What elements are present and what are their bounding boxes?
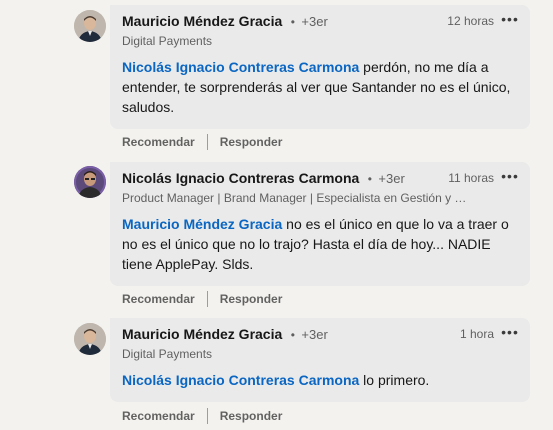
author-name[interactable]: Nicolás Ignacio Contreras Carmona bbox=[122, 170, 359, 186]
comment-actions: Recomendar Responder bbox=[122, 133, 282, 151]
comment-text: Mauricio Méndez Gracia no es el único en… bbox=[122, 214, 518, 274]
comment-bubble: Mauricio Méndez Gracia • +3er 12 horas •… bbox=[110, 5, 530, 129]
avatar-photo-icon bbox=[74, 323, 106, 355]
divider bbox=[206, 408, 208, 424]
connection-degree: +3er bbox=[301, 14, 328, 29]
like-button[interactable]: Recomendar bbox=[122, 409, 195, 423]
comment-text: Nicolás Ignacio Contreras Carmona lo pri… bbox=[122, 370, 518, 390]
like-button[interactable]: Recomendar bbox=[122, 292, 195, 306]
like-button[interactable]: Recomendar bbox=[122, 135, 195, 149]
author-headline: Product Manager | Brand Manager | Especi… bbox=[122, 191, 472, 205]
separator-dot: • bbox=[290, 328, 295, 342]
separator-dot: • bbox=[290, 15, 295, 29]
more-options-icon[interactable]: ••• bbox=[500, 12, 520, 30]
comment-time: 1 hora bbox=[459, 327, 494, 341]
comment-time: 11 horas bbox=[448, 171, 494, 185]
comment-body: lo primero. bbox=[359, 372, 430, 388]
connection-degree: +3er bbox=[301, 327, 328, 342]
mention-link[interactable]: Nicolás Ignacio Contreras Carmona bbox=[122, 372, 359, 388]
author-name[interactable]: Mauricio Méndez Gracia bbox=[122, 326, 282, 342]
reply-button[interactable]: Responder bbox=[220, 135, 283, 149]
mention-link[interactable]: Mauricio Méndez Gracia bbox=[122, 216, 282, 232]
comment-actions: Recomendar Responder bbox=[122, 407, 282, 425]
connection-degree: +3er bbox=[378, 171, 405, 186]
avatar[interactable] bbox=[74, 10, 106, 42]
avatar-photo-icon bbox=[74, 166, 106, 198]
divider bbox=[206, 134, 208, 150]
avatar-photo-icon bbox=[74, 10, 106, 42]
more-options-icon[interactable]: ••• bbox=[500, 169, 520, 187]
comment-actions: Recomendar Responder bbox=[122, 290, 282, 308]
mention-link[interactable]: Nicolás Ignacio Contreras Carmona bbox=[122, 59, 359, 75]
comment-text: Nicolás Ignacio Contreras Carmona perdón… bbox=[122, 57, 518, 117]
author-name[interactable]: Mauricio Méndez Gracia bbox=[122, 13, 282, 29]
separator-dot: • bbox=[367, 172, 372, 186]
more-options-icon[interactable]: ••• bbox=[500, 325, 520, 343]
comment-bubble: Mauricio Méndez Gracia • +3er 1 hora •••… bbox=[110, 318, 530, 402]
reply-button[interactable]: Responder bbox=[220, 409, 283, 423]
comment-bubble: Nicolás Ignacio Contreras Carmona • +3er… bbox=[110, 162, 530, 286]
comment-time: 12 horas bbox=[447, 14, 494, 28]
divider bbox=[206, 291, 208, 307]
author-headline: Digital Payments bbox=[122, 347, 213, 361]
avatar[interactable] bbox=[74, 323, 106, 355]
avatar[interactable] bbox=[74, 166, 106, 198]
comment-thread: Mauricio Méndez Gracia • +3er 12 horas •… bbox=[0, 0, 553, 430]
author-headline: Digital Payments bbox=[122, 34, 213, 48]
reply-button[interactable]: Responder bbox=[220, 292, 283, 306]
